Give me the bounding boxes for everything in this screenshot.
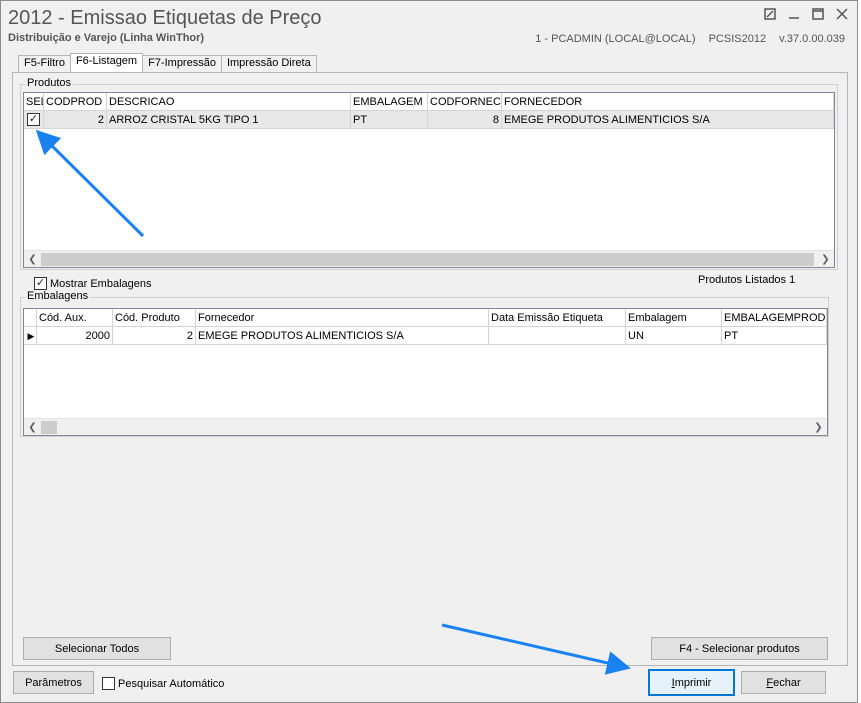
version-label: v.37.0.00.039 [779,33,845,45]
parametros-button[interactable]: Parâmetros [13,671,94,694]
module-label: PCSIS2012 [708,33,767,45]
column-header-fornecedor[interactable]: Fornecedor [196,309,489,327]
column-header-codfornec[interactable]: CODFORNEC [428,93,502,111]
row-indicator-header [24,309,37,327]
embalagem-cell: UN [626,327,722,345]
pesquisar-automatico-toggle[interactable]: Pesquisar Automático [102,677,224,690]
produtos-grid[interactable]: SEL CODPROD DESCRICAO EMBALAGEM CODFORNE… [23,92,835,268]
data-emissao-cell [489,327,626,345]
scroll-left-icon[interactable]: ❮ [24,251,41,268]
window-subtitle: Distribuição e Varejo (Linha WinThor) [8,32,205,44]
scroll-left-icon[interactable]: ❮ [24,419,41,436]
listagem-panel: Produtos SEL CODPROD DESCRICAO EMBALAGEM… [12,72,848,666]
tab-impressao[interactable]: F7-Impressão [142,55,222,72]
column-header-embalagem-produto[interactable]: EMBALAGEMPRODUT [722,309,827,327]
fornecedor-cell: EMEGE PRODUTOS ALIMENTICIOS S/A [502,111,834,129]
scroll-right-icon[interactable]: ❯ [817,251,834,268]
embalagens-grid[interactable]: Cód. Aux. Cód. Produto Fornecedor Data E… [23,308,828,436]
maximize-icon[interactable] [811,7,825,21]
produtos-horizontal-scrollbar[interactable]: ❮ ❯ [24,250,834,267]
column-header-cod-produto[interactable]: Cód. Produto [113,309,196,327]
scroll-right-icon[interactable]: ❯ [810,419,827,436]
window-title: 2012 - Emissao Etiquetas de Preço [8,7,322,29]
imprimir-button[interactable]: Imprimir [648,669,735,696]
pesquisar-automatico-label: Pesquisar Automático [118,677,225,690]
tab-strip: F5-Filtro F6-Listagem F7-Impressão Impre… [18,53,317,73]
row-indicator: ▶ [24,327,37,345]
embalagem-produto-cell: PT [722,327,827,345]
selecionar-todos-button[interactable]: Selecionar Todos [23,637,171,660]
checkmark-icon: ✓ [28,113,39,125]
table-row[interactable]: ▶ 2000 2 EMEGE PRODUTOS ALIMENTICIOS S/A… [24,327,827,345]
embalagens-horizontal-scrollbar[interactable]: ❮ ❯ [24,418,827,435]
restore-icon[interactable] [763,7,777,21]
descricao-cell: ARROZ CRISTAL 5KG TIPO 1 [107,111,351,129]
selecionar-produtos-button[interactable]: F4 - Selecionar produtos [651,637,828,660]
user-info: 1 - PCADMIN (LOCAL@LOCAL) PCSIS2012 v.37… [525,33,845,45]
title-bar[interactable]: 2012 - Emissao Etiquetas de Preço Distri… [1,1,857,47]
column-header-fornecedor[interactable]: FORNECEDOR [502,93,834,111]
codfornec-cell: 8 [428,111,502,129]
mostrar-embalagens-toggle[interactable]: ✓ Mostrar Embalagens [34,277,152,290]
scroll-track[interactable] [41,251,817,268]
fornecedor-cell: EMEGE PRODUTOS ALIMENTICIOS S/A [196,327,489,345]
embalagens-grid-header: Cód. Aux. Cód. Produto Fornecedor Data E… [24,309,827,327]
main-window: 2012 - Emissao Etiquetas de Preço Distri… [0,0,858,703]
cod-produto-cell: 2 [113,327,196,345]
pesquisar-automatico-checkbox[interactable] [102,677,115,690]
column-header-data-emissao[interactable]: Data Emissão Etiqueta [489,309,626,327]
minimize-icon[interactable] [787,7,801,21]
checkmark-icon: ✓ [35,277,46,289]
mostrar-embalagens-checkbox[interactable]: ✓ [34,277,47,290]
fechar-button[interactable]: Fechar [741,671,826,694]
column-header-embalagem[interactable]: Embalagem [626,309,722,327]
row-select-checkbox[interactable]: ✓ [27,113,40,126]
column-header-descricao[interactable]: DESCRICAO [107,93,351,111]
tab-impressao-direta[interactable]: Impressão Direta [220,55,317,72]
table-row[interactable]: ✓ 2 ARROZ CRISTAL 5KG TIPO 1 PT 8 EMEGE … [24,111,834,129]
column-header-embalagem[interactable]: EMBALAGEM [351,93,428,111]
mostrar-embalagens-label: Mostrar Embalagens [50,277,152,290]
column-header-cod-aux[interactable]: Cód. Aux. [37,309,113,327]
sel-cell[interactable]: ✓ [24,111,44,129]
column-header-sel[interactable]: SEL [24,93,44,111]
user-label: 1 - PCADMIN (LOCAL@LOCAL) [535,33,696,45]
window-controls [763,7,849,21]
codprod-cell: 2 [44,111,107,129]
scroll-track[interactable] [41,419,810,436]
produtos-listados-label: Produtos Listados 1 [698,274,796,286]
embalagens-group-label: Embalagens [25,290,91,302]
column-header-codprod[interactable]: CODPROD [44,93,107,111]
scroll-thumb[interactable] [41,252,814,266]
produtos-grid-header: SEL CODPROD DESCRICAO EMBALAGEM CODFORNE… [24,93,834,111]
tab-filtro[interactable]: F5-Filtro [18,55,71,72]
embalagem-cell: PT [351,111,428,129]
embalagens-group: Embalagens Cód. Aux. Cód. Produto Fornec… [20,290,829,437]
produtos-group-label: Produtos [25,77,74,89]
current-row-arrow-icon: ▶ [27,330,35,341]
scroll-thumb[interactable] [41,420,57,434]
tab-listagem[interactable]: F6-Listagem [69,53,144,72]
produtos-group: Produtos SEL CODPROD DESCRICAO EMBALAGEM… [20,77,838,270]
cod-aux-cell: 2000 [37,327,113,345]
close-icon[interactable] [835,7,849,21]
